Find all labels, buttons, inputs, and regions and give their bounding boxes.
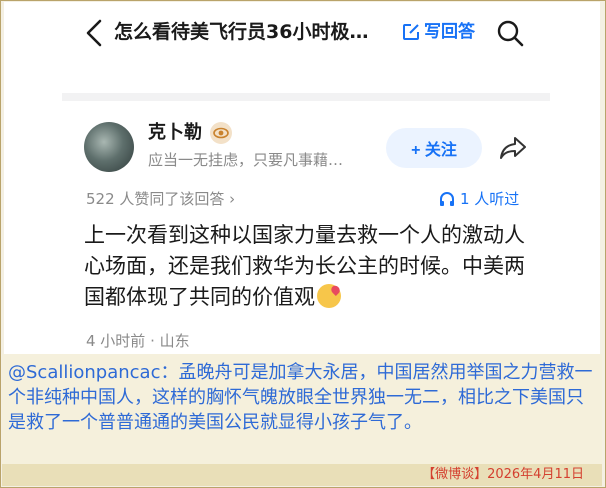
badge-icon xyxy=(210,122,232,144)
listen-count-label: 1 人听过 xyxy=(460,190,520,208)
follow-button[interactable]: + 关注 xyxy=(386,128,482,168)
back-arrow-icon[interactable] xyxy=(82,18,106,48)
top-bar: 怎么看待美飞行员36小时极… 写回答 xyxy=(4,2,600,64)
author-name-row[interactable]: 克卜勒 xyxy=(148,120,232,146)
author-bio: 应当一无挂虑，只要凡事藉… xyxy=(148,151,344,169)
answer-text: 上一次看到这种以国家力量去救一个人的激动人心场面，还是我们救华为长公主的时候。中… xyxy=(84,223,525,309)
question-title[interactable]: 怎么看待美飞行员36小时极… xyxy=(114,16,394,48)
likes-count[interactable]: 522 人赞同了该回答 › xyxy=(86,188,235,210)
kiss-emoji-icon xyxy=(317,284,341,308)
post-time-location: 4 小时前 · 山东 xyxy=(86,332,190,350)
search-icon[interactable] xyxy=(496,19,524,47)
answer-content[interactable]: 上一次看到这种以国家力量去救一个人的激动人心场面，还是我们救华为长公主的时候。中… xyxy=(84,220,534,313)
answer-card: 怎么看待美飞行员36小时极… 写回答 克卜勒 应当一无挂虑，只要凡事藉… + 关… xyxy=(4,2,600,354)
avatar[interactable] xyxy=(84,122,134,172)
source-date: 【微博谈】2026年4月11日 xyxy=(422,467,584,482)
write-answer-label: 写回答 xyxy=(424,22,475,42)
edit-icon xyxy=(403,24,419,40)
author-name: 克卜勒 xyxy=(148,122,202,143)
section-divider xyxy=(62,93,550,101)
write-answer-button[interactable]: 写回答 xyxy=(402,16,475,48)
overlay-comment: @Scallionpancac：孟晚舟可是加拿大永居，中国居然用举国之力营救一个… xyxy=(8,362,593,433)
source-footer: 【微博谈】2026年4月11日 xyxy=(2,464,602,486)
headphones-icon xyxy=(440,192,454,206)
share-icon[interactable] xyxy=(498,134,528,162)
listen-count[interactable]: 1 人听过 xyxy=(438,188,519,210)
